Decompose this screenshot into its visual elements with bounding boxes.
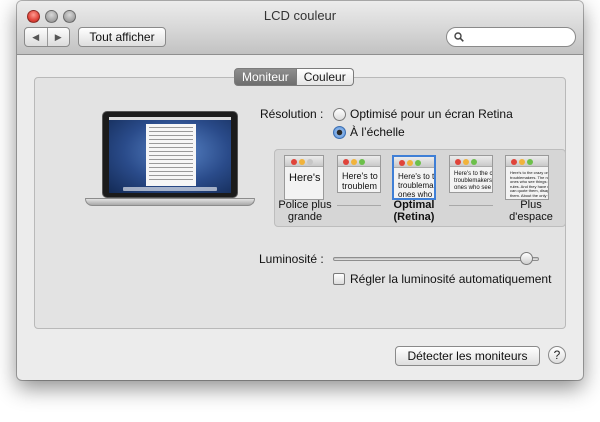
preferences-window: LCD couleur ◀ ▶ Tout afficher Moniteur C… [17,1,583,380]
scale-option-larger-text[interactable]: Here's [284,155,324,200]
help-button[interactable]: ? [548,346,566,364]
show-all-button[interactable]: Tout afficher [78,27,166,47]
radio-scaled-label[interactable]: À l’échelle [350,125,405,139]
window-title: LCD couleur [263,8,337,23]
detect-displays-button[interactable]: Détecter les moniteurs [395,346,540,366]
auto-brightness-checkbox[interactable] [333,273,345,285]
search-field[interactable] [446,27,576,47]
scale-option-2[interactable]: Here's to troublem [337,155,381,193]
scale-option-more-space-label: Plus d'espace [509,199,553,223]
auto-brightness-label[interactable]: Régler la luminosité automatiquement [350,272,551,286]
scale-option-more-space[interactable]: Here's to the crazy one troublemakers. T… [505,155,549,200]
back-button[interactable]: ◀ [25,28,48,46]
resolution-label: Résolution : [260,107,324,121]
tab-moniteur[interactable]: Moniteur [234,68,297,86]
scale-option-optimal[interactable]: Here's to th troublemake ones who se [392,155,436,200]
radio-retina-optimized[interactable] [333,108,346,121]
forward-button[interactable]: ▶ [48,28,70,46]
scale-options: Here's Police plus grande Here's to trou… [274,149,566,227]
radio-retina-optimized-label[interactable]: Optimisé pour un écran Retina [350,107,513,121]
titlebar: LCD couleur ◀ ▶ Tout afficher [17,1,583,55]
scale-option-larger-text-label: Police plus grande [278,199,332,223]
scale-option-optimal-label: Optimal (Retina) [393,199,435,223]
laptop-illustration [85,111,255,215]
chevron-right-icon: ▶ [54,31,62,42]
chevron-left-icon: ◀ [32,31,40,42]
radio-scaled[interactable] [333,126,346,139]
tab-couleur[interactable]: Couleur [296,68,354,86]
brightness-label: Luminosité : [259,252,324,266]
search-icon [454,32,464,42]
brightness-slider[interactable] [333,257,539,261]
tab-bar: Moniteur Couleur [234,68,354,86]
history-navigation: ◀ ▶ [24,27,70,47]
scale-option-4[interactable]: Here's to the c troublemakers. ones who … [449,155,493,193]
